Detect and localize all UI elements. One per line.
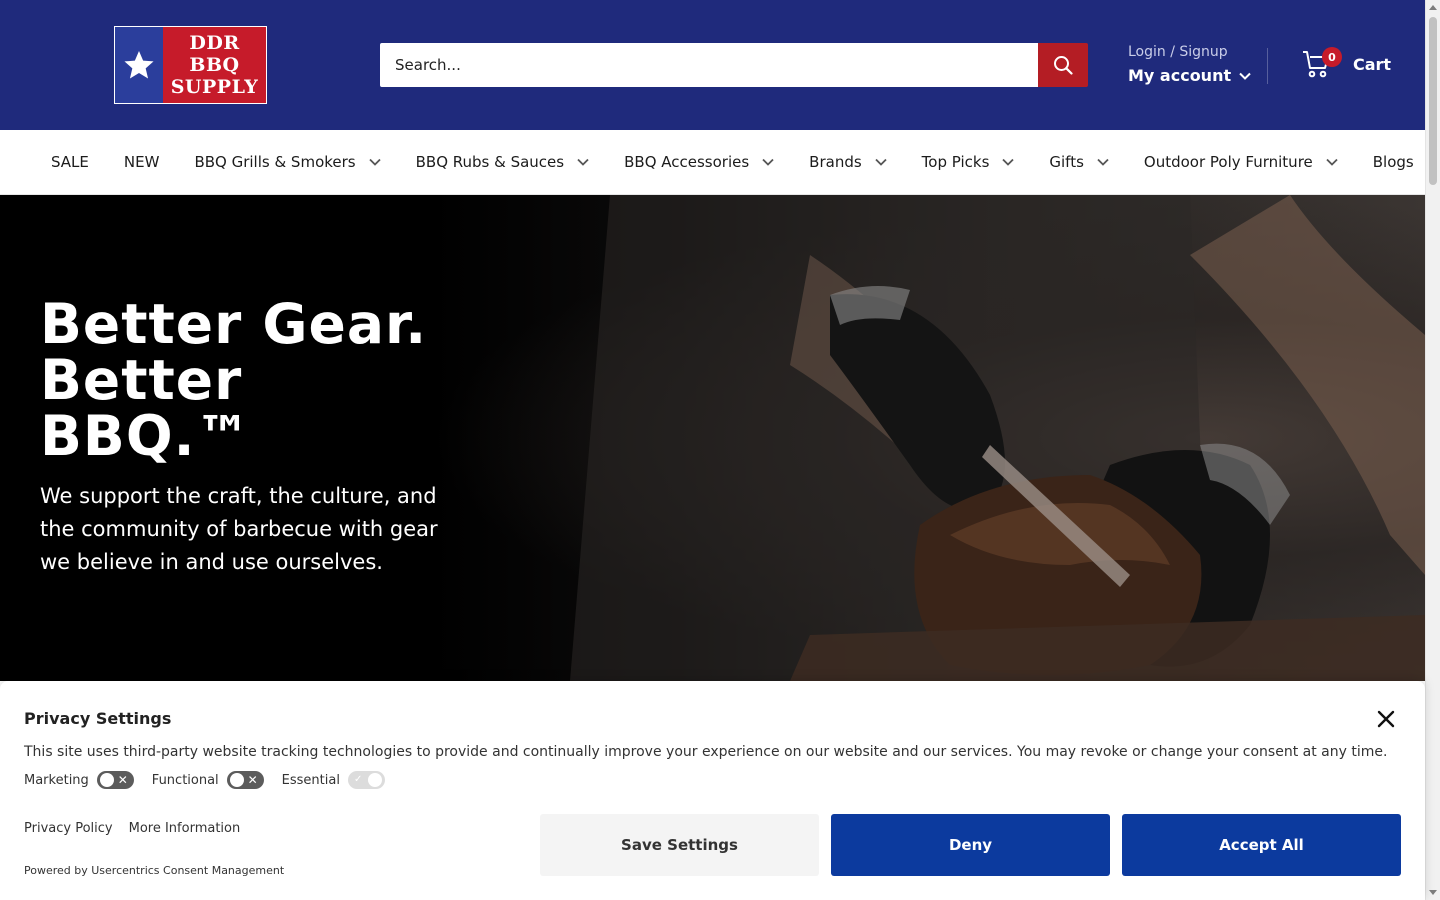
privacy-policy-link[interactable]: Privacy Policy: [24, 821, 113, 836]
search-button[interactable]: [1038, 43, 1088, 87]
scroll-up-arrow-icon[interactable]: [1429, 5, 1437, 10]
nav-label: Top Picks: [921, 153, 990, 171]
star-icon: [115, 27, 163, 103]
main-navigation: SALE NEW BBQ Grills & Smokers BBQ Rubs &…: [0, 130, 1425, 195]
toggle-label: Essential: [281, 772, 340, 788]
nav-label: SALE: [51, 153, 89, 171]
nav-label: Gifts: [1049, 153, 1084, 171]
x-icon: ✕: [117, 773, 128, 787]
site-logo[interactable]: DDR BBQ SUPPLY: [114, 26, 267, 104]
logo-line: DDR: [189, 32, 240, 54]
chevron-down-icon: [875, 158, 887, 166]
cart-button[interactable]: 0 Cart: [1302, 47, 1392, 80]
nav-item-bbq-accessories[interactable]: BBQ Accessories: [624, 153, 774, 171]
scrollbar-thumb[interactable]: [1429, 17, 1437, 185]
page-scrollbar[interactable]: [1425, 0, 1440, 900]
nav-label: Outdoor Poly Furniture: [1143, 153, 1313, 171]
close-icon[interactable]: [1376, 709, 1396, 729]
chevron-down-icon: [577, 158, 589, 166]
chevron-down-icon: [1097, 158, 1109, 166]
accept-all-button[interactable]: Accept All: [1122, 814, 1401, 876]
toggle-row-functional: Functional ✕: [152, 771, 264, 789]
logo-line: BBQ: [189, 54, 240, 76]
nav-label: Brands: [809, 153, 862, 171]
chevron-down-icon: [368, 158, 381, 166]
functional-toggle[interactable]: ✕: [226, 771, 264, 789]
hero-title-line: Better: [40, 348, 243, 412]
hero-subtitle: We support the craft, the culture, and t…: [40, 484, 438, 574]
nav-item-bbq-grills-smokers[interactable]: BBQ Grills & Smokers: [194, 153, 381, 171]
nav-label: BBQ Accessories: [624, 153, 750, 171]
search-bar: [380, 43, 1088, 87]
privacy-settings-banner: Privacy Settings This site uses third-pa…: [0, 681, 1425, 900]
more-information-link[interactable]: More Information: [129, 821, 241, 836]
x-icon: ✕: [247, 773, 258, 787]
deny-button[interactable]: Deny: [831, 814, 1110, 876]
account-menu: Login / Signup My account: [1128, 42, 1251, 90]
toggle-row-marketing: Marketing ✕: [24, 771, 134, 789]
powered-by-text: Powered by Usercentrics Consent Manageme…: [24, 864, 285, 877]
nav-item-blogs[interactable]: Blogs: [1373, 153, 1414, 171]
privacy-description: This site uses third-party website track…: [24, 744, 1388, 760]
essential-toggle: ✓: [347, 771, 385, 789]
nav-label: NEW: [123, 153, 160, 171]
marketing-toggle[interactable]: ✕: [96, 771, 134, 789]
privacy-links: Privacy Policy More Information: [24, 821, 240, 836]
toggle-row-essential: Essential ✓: [282, 771, 385, 789]
hero-image: [430, 195, 1425, 681]
nav-label: BBQ Grills & Smokers: [194, 153, 356, 171]
hero-title-line: BBQ.™: [40, 404, 252, 468]
nav-item-top-picks[interactable]: Top Picks: [922, 153, 1015, 171]
toggle-label: Functional: [151, 772, 219, 788]
consent-toggles: Marketing ✕ Functional ✕ Essential ✓: [24, 771, 403, 789]
nav-item-new[interactable]: NEW: [124, 153, 160, 171]
nav-label: BBQ Rubs & Sauces: [415, 153, 565, 171]
logo-text: DDR BBQ SUPPLY: [163, 27, 266, 103]
cart-label: Cart: [1353, 54, 1392, 74]
save-settings-button[interactable]: Save Settings: [540, 814, 819, 876]
hero-title: Better Gear. Better BBQ.™: [40, 296, 500, 464]
nav-item-brands[interactable]: Brands: [809, 153, 887, 171]
header-divider: [1267, 48, 1268, 84]
search-input[interactable]: [380, 43, 1038, 87]
chevron-down-icon: [1326, 158, 1338, 166]
toggle-label: Marketing: [24, 772, 89, 788]
my-account-label: My account: [1128, 66, 1232, 85]
site-header: DDR BBQ SUPPLY Login / Signup My account: [0, 0, 1425, 130]
nav-item-bbq-rubs-sauces[interactable]: BBQ Rubs & Sauces: [416, 153, 590, 171]
privacy-title: Privacy Settings: [24, 709, 172, 728]
nav-item-outdoor-poly-furniture[interactable]: Outdoor Poly Furniture: [1144, 153, 1338, 171]
chevron-down-icon: [1239, 72, 1251, 80]
hero-title-line: Better Gear.: [40, 292, 428, 356]
logo-line: SUPPLY: [170, 76, 259, 98]
cart-count-badge: 0: [1322, 47, 1342, 67]
chevron-down-icon: [762, 158, 774, 166]
nav-item-gifts[interactable]: Gifts: [1049, 153, 1109, 171]
login-signup-link[interactable]: Login / Signup: [1128, 42, 1251, 62]
scroll-down-arrow-icon[interactable]: [1429, 890, 1437, 895]
chevron-down-icon: [1002, 158, 1015, 166]
search-icon: [1054, 56, 1073, 75]
my-account-dropdown[interactable]: My account: [1128, 62, 1251, 90]
nav-label: Blogs: [1372, 153, 1414, 171]
nav-item-sale[interactable]: SALE: [51, 153, 89, 171]
check-icon: ✓: [353, 774, 363, 785]
